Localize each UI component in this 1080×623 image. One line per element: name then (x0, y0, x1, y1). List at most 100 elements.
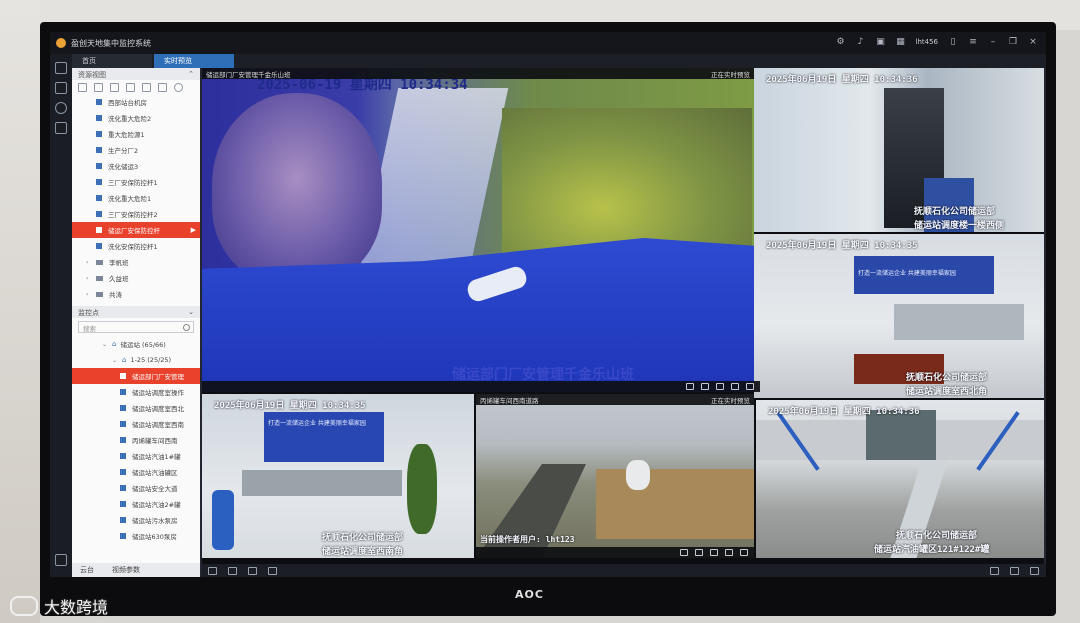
tab-video-params[interactable]: 视频参数 (112, 565, 140, 575)
video-tile-control-room-nw[interactable]: 打造一流储运企业 共建美丽幸福家园 2025年06月19日 星期四 10:34:… (754, 234, 1044, 398)
search-icon[interactable] (174, 82, 183, 92)
resource-header: 资源视图 ⌃ (72, 68, 200, 80)
delete-icon[interactable] (126, 82, 135, 92)
resource-item[interactable]: 重大危险源1 (72, 126, 200, 142)
resource-item-label: 西部站台机房 (108, 99, 147, 107)
rail-list-icon[interactable] (55, 82, 67, 94)
tab-live-preview[interactable]: 实时预览 (154, 54, 234, 68)
resource-item-label: 三厂安保防控杆1 (108, 179, 158, 187)
group-item[interactable]: › 共涛 (72, 286, 200, 302)
minimize-icon[interactable]: – (988, 37, 998, 47)
collapse-icon[interactable]: ⌄ (188, 308, 194, 316)
resource-item[interactable]: 生产分厂2 (72, 142, 200, 158)
resource-item[interactable]: 西部站台机房 (72, 94, 200, 110)
video-tile-main[interactable]: 储运部门厂安管理千金乐山班 正在实时预览 2025-06-19 星期四 10:34… (202, 68, 754, 392)
tab-ptz[interactable]: 云台 (80, 565, 94, 575)
resource-item-label: 洗化储运3 (108, 163, 139, 171)
osd-caption-line1: 抚顺石化公司储运部 (896, 531, 978, 541)
tab-home[interactable]: 首页 (72, 54, 152, 68)
split-icon[interactable] (1010, 567, 1019, 575)
tile-status: 正在实时预览 (711, 71, 750, 79)
group-item[interactable]: › 久益班 (72, 270, 200, 286)
capture-icon[interactable] (686, 383, 694, 390)
zoom-icon[interactable] (716, 383, 724, 390)
menu-icon[interactable]: ≡ (968, 37, 978, 47)
record-icon[interactable] (695, 549, 703, 556)
play-icon[interactable]: ▶ (191, 226, 196, 234)
record-icon[interactable] (701, 383, 709, 390)
folder-icon[interactable] (94, 82, 103, 92)
resource-item[interactable]: 洗化重大危险1 (72, 190, 200, 206)
username[interactable]: lht456 (916, 38, 939, 46)
restore-icon[interactable]: ❐ (1008, 37, 1018, 47)
fullscreen-icon[interactable] (740, 549, 748, 556)
talk-icon[interactable] (725, 549, 733, 556)
layout-icon[interactable] (990, 567, 999, 575)
group-item[interactable]: › 李帆班 (72, 254, 200, 270)
resource-item-selected[interactable]: 储运厂安保防控杆 ▶ (72, 222, 200, 238)
tile-title: 丙烯罐车间西南道路 (480, 397, 539, 405)
monitor-tree: ⌄ ⌂ 储运站 (65/66) ⌄ ⌂ 1-25 (25/25) 储运部门厂安管理 储运… (72, 336, 200, 544)
camera-item[interactable]: 储运站汽油罐区 (72, 464, 200, 480)
volume-icon[interactable] (248, 567, 257, 575)
camera-item[interactable]: 储运站汽油2#罐 (72, 496, 200, 512)
resource-item[interactable]: 洗化安保防控杆1 (72, 238, 200, 254)
camera-item[interactable]: 储运站调度室操作 (72, 384, 200, 400)
video-tile-control-room-sw[interactable]: 打造一流储运企业 共建美丽幸福家园 2025年06月19日 星期四 10:34:… (202, 394, 474, 558)
rail-settings-icon[interactable] (55, 554, 67, 566)
rail-playback-icon[interactable] (55, 122, 67, 134)
resource-item-label: 重大危险源1 (108, 131, 145, 139)
camera-group-icon (96, 243, 102, 249)
osd-caption-line1: 抚顺石化公司储运部 (322, 533, 404, 543)
bottom-toolbar (202, 564, 1046, 577)
resource-item[interactable]: 洗化重大危险2 (72, 110, 200, 126)
camera-icon[interactable] (268, 567, 277, 575)
add-icon[interactable] (78, 82, 87, 92)
camera-item-selected[interactable]: 储运部门厂安管理 (72, 368, 200, 384)
video-tile-tank-area[interactable]: 2025年06月19日 星期四 10:34:36 抚顺石化公司储运部 储运站汽油… (756, 400, 1044, 558)
rail-camera-icon[interactable] (55, 102, 67, 114)
person-face (212, 93, 382, 283)
video-tile-hallway[interactable]: 2025年06月19日 星期四 10:34:36 抚顺石化公司储运部 储运站调度… (754, 68, 1044, 232)
chevron-right-icon: › (86, 290, 89, 298)
camera-item[interactable]: 丙烯罐车间西南 (72, 432, 200, 448)
screen-icon[interactable]: ▣ (876, 37, 886, 47)
resource-item-label: 储运厂安保防控杆 (108, 227, 160, 235)
rail-grid-icon[interactable] (55, 62, 67, 74)
home-icon: ⌂ (122, 356, 127, 364)
camera-label: 储运站汽油1#罐 (132, 453, 181, 461)
lock-icon[interactable]: ▯ (948, 37, 958, 47)
grid-icon[interactable]: ▦ (896, 37, 906, 47)
move-down-icon[interactable] (158, 82, 167, 92)
list-icon[interactable] (208, 567, 217, 575)
search-input[interactable]: 搜索 (78, 321, 194, 333)
osd-timestamp: 2025年06月19日 星期四 10:34:35 (766, 241, 918, 251)
tree-root[interactable]: ⌄ ⌂ 储运站 (65/66) (72, 336, 200, 352)
camera-item[interactable]: 储运站调度室西北 (72, 400, 200, 416)
move-up-icon[interactable] (142, 82, 151, 92)
capture-icon[interactable] (680, 549, 688, 556)
resource-item[interactable]: 三厂安保防控杆2 (72, 206, 200, 222)
fullscreen-icon[interactable] (1030, 567, 1039, 575)
tree-branch[interactable]: ⌄ ⌂ 1-25 (25/25) (72, 352, 200, 368)
talk-icon[interactable] (731, 383, 739, 390)
fullscreen-icon[interactable] (746, 383, 754, 390)
video-tile-road[interactable]: 丙烯罐车间西南道路 正在实时预览 当前操作者用户: lht123 (476, 394, 754, 558)
watermark: 大数跨境 (10, 594, 108, 618)
settings-icon[interactable]: ⚙ (836, 37, 846, 47)
collapse-icon[interactable]: ⌃ (188, 70, 194, 78)
camera-item[interactable]: 储运站630泵房 (72, 528, 200, 544)
zoom-icon[interactable] (710, 549, 718, 556)
edit-icon[interactable] (110, 82, 119, 92)
resource-item[interactable]: 三厂安保防控杆1 (72, 174, 200, 190)
camera-item[interactable]: 储运站污水泵房 (72, 512, 200, 528)
osd-caption-line2: 储运站调度室西北角 (906, 387, 988, 397)
resource-item[interactable]: 洗化储运3 (72, 158, 200, 174)
music-icon[interactable]: ♪ (856, 37, 866, 47)
camera-item[interactable]: 储运站调度室西南 (72, 416, 200, 432)
camera-item[interactable]: 储运站安全大道 (72, 480, 200, 496)
tile-header: 储运部门厂安管理千金乐山班 正在实时预览 (202, 68, 754, 79)
close-icon[interactable]: × (1028, 37, 1038, 47)
save-icon[interactable] (228, 567, 237, 575)
camera-item[interactable]: 储运站汽油1#罐 (72, 448, 200, 464)
